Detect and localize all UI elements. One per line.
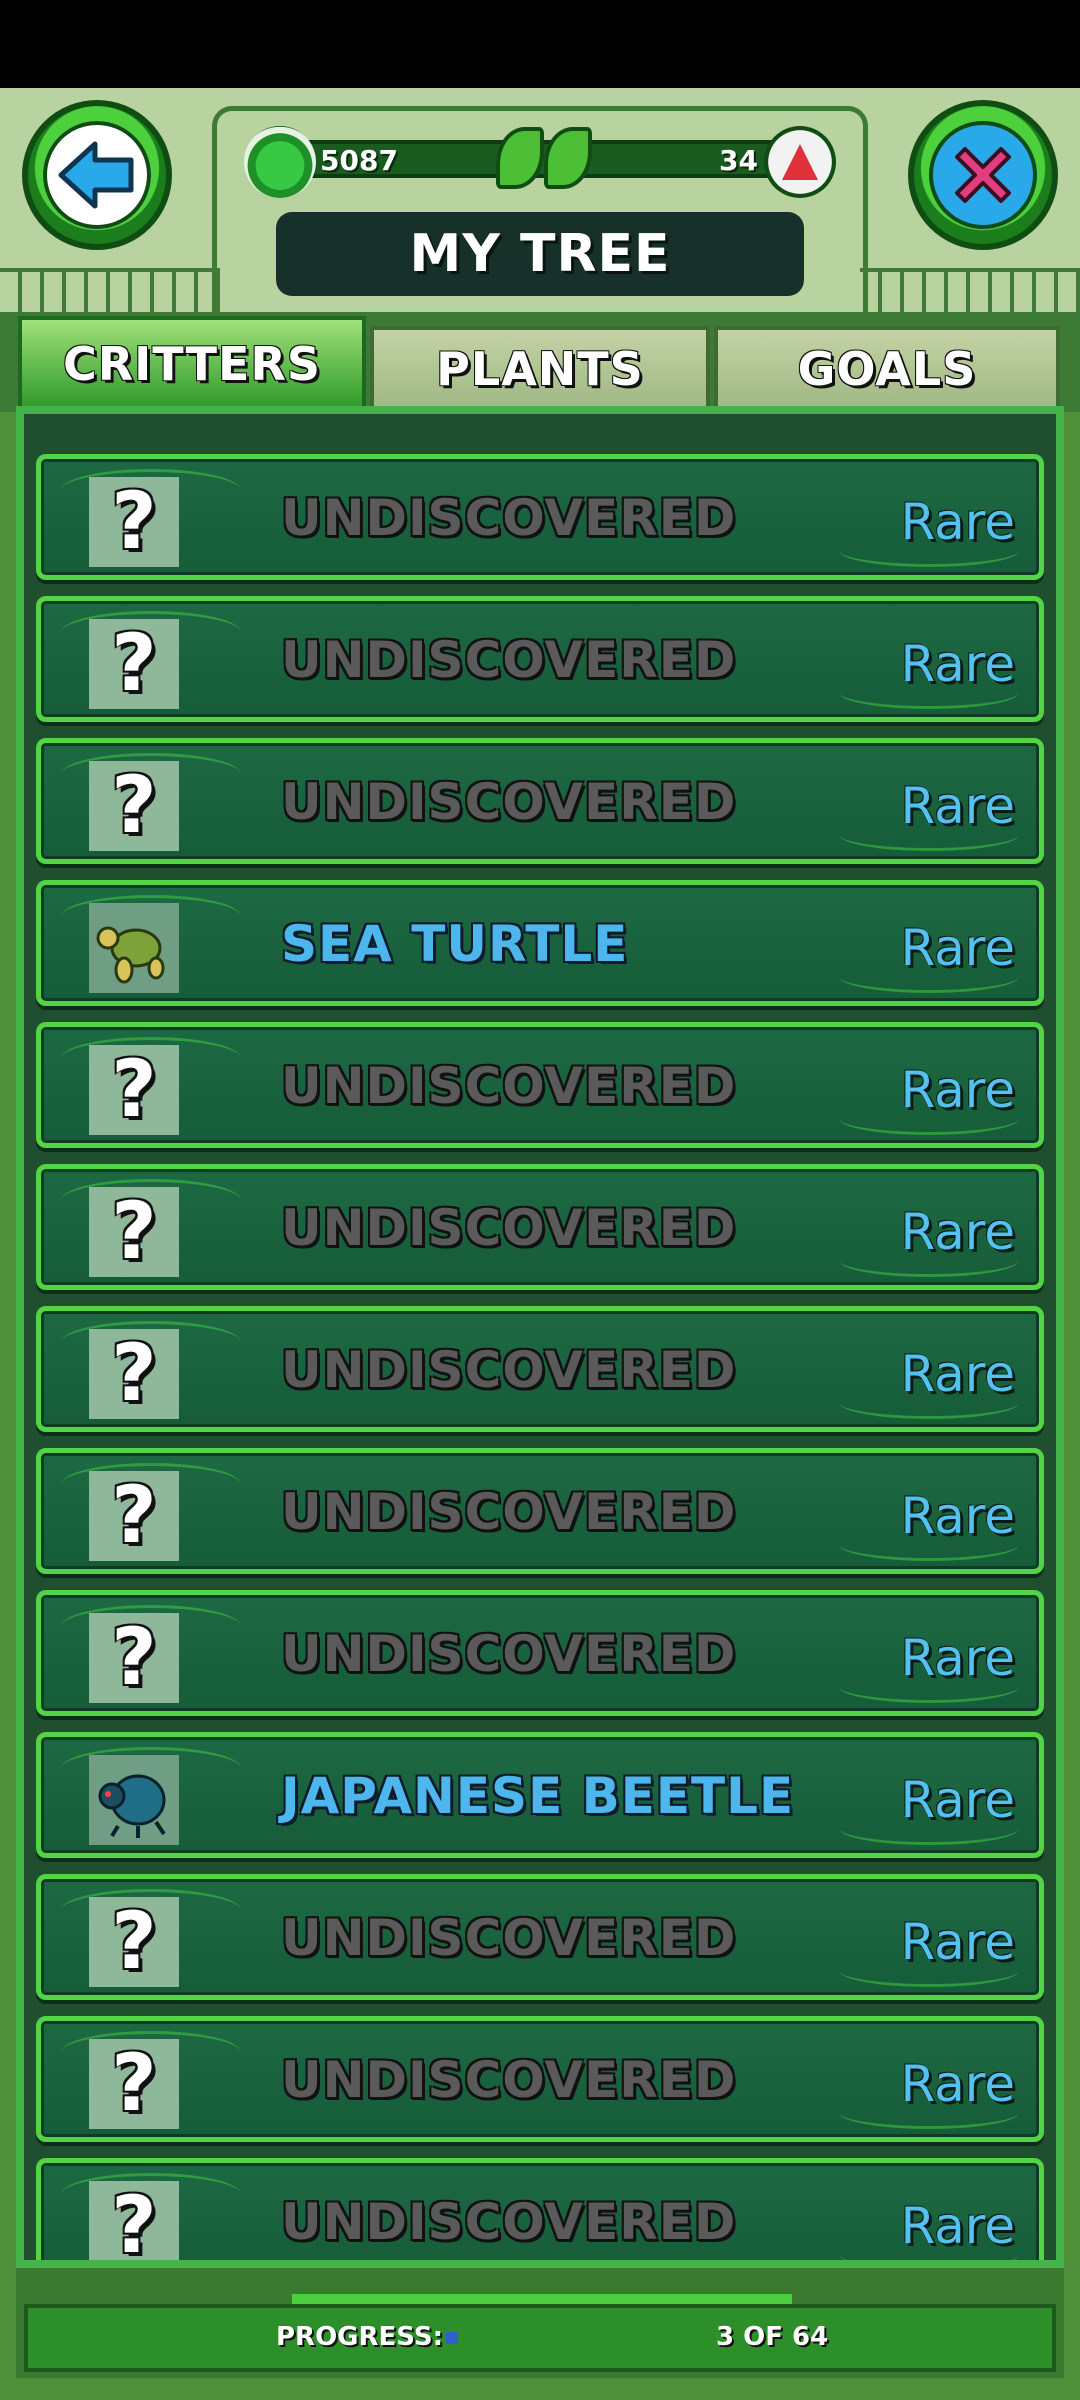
fence-decoration-right (860, 268, 1080, 318)
progress-track (444, 2330, 694, 2346)
question-mark-icon: ? (89, 2039, 179, 2129)
question-mark-icon: ? (89, 1613, 179, 1703)
critter-row[interactable]: ? UNDISCOVERED Rare (36, 454, 1044, 580)
critter-name: UNDISCOVERED (281, 1057, 737, 1115)
critter-rarity: Rare (900, 777, 1015, 835)
critter-name: UNDISCOVERED (281, 631, 737, 689)
page-title: MY TREE (276, 212, 804, 296)
status-bar (0, 0, 1080, 88)
critter-rarity: Rare (900, 1061, 1015, 1119)
critter-row[interactable]: SEA TURTLE Rare (36, 880, 1044, 1006)
critter-row[interactable]: ? UNDISCOVERED Rare (36, 1022, 1044, 1148)
critter-rarity: Rare (900, 493, 1015, 551)
critter-row[interactable]: ? UNDISCOVERED Rare (36, 1590, 1044, 1716)
tab-critters[interactable]: CRITTERS (18, 316, 366, 412)
critter-rarity: Rare (900, 1771, 1015, 1829)
question-mark-icon: ? (89, 477, 179, 567)
critter-rarity: Rare (900, 1487, 1015, 1545)
critter-name: SEA TURTLE (281, 915, 629, 973)
question-mark-icon: ? (89, 619, 179, 709)
left-arrow-icon (43, 121, 151, 229)
critter-rarity: Rare (900, 1913, 1015, 1971)
question-mark-icon: ? (89, 1329, 179, 1419)
green-gem-icon (244, 126, 316, 198)
question-mark-icon: ? (89, 761, 179, 851)
header: 5087 34 MY TREE (0, 88, 1080, 320)
critter-name: UNDISCOVERED (281, 1625, 737, 1683)
close-button[interactable] (908, 100, 1058, 250)
critter-row[interactable]: ? UNDISCOVERED Rare (36, 738, 1044, 864)
critter-name: UNDISCOVERED (281, 1199, 737, 1257)
progress-count: 3 OF 64 (716, 2322, 829, 2352)
critter-row[interactable]: ? UNDISCOVERED Rare (36, 596, 1044, 722)
critter-row[interactable]: ? UNDISCOVERED Rare (36, 1306, 1044, 1432)
coins-value: 5087 (320, 144, 398, 177)
critter-name: UNDISCOVERED (281, 2051, 737, 2109)
critter-row[interactable]: ? UNDISCOVERED Rare (36, 2158, 1044, 2260)
critter-name: UNDISCOVERED (281, 2193, 737, 2251)
critter-name: JAPANESE BEETLE (281, 1767, 795, 1825)
question-mark-icon: ? (89, 2181, 179, 2260)
critter-name: UNDISCOVERED (281, 1483, 737, 1541)
critter-rarity: Rare (900, 1629, 1015, 1687)
footer-rail (292, 2294, 792, 2304)
gems-value: 34 (719, 144, 758, 177)
tab-goals[interactable]: GOALS (714, 326, 1060, 412)
progress-label: PROGRESS: (276, 2322, 443, 2352)
leaf-ornament-icon (496, 120, 592, 196)
tab-bar: CRITTERS PLANTS GOALS (0, 312, 1080, 412)
critter-row[interactable]: ? UNDISCOVERED Rare (36, 1164, 1044, 1290)
critter-rarity: Rare (900, 1203, 1015, 1261)
question-mark-icon: ? (89, 1471, 179, 1561)
sea-turtle-icon (89, 903, 179, 993)
red-crystal-icon (764, 126, 836, 198)
critter-row[interactable]: ? UNDISCOVERED Rare (36, 2016, 1044, 2142)
question-mark-icon: ? (89, 1897, 179, 1987)
question-mark-icon: ? (89, 1187, 179, 1277)
critter-list-panel[interactable]: ? UNDISCOVERED Rare? UNDISCOVERED Rare? UNDIS… (16, 406, 1064, 2268)
critter-rarity: Rare (900, 635, 1015, 693)
critter-name: UNDISCOVERED (281, 1909, 737, 1967)
critter-name: UNDISCOVERED (281, 773, 737, 831)
critter-row[interactable]: ? UNDISCOVERED Rare (36, 1874, 1044, 2000)
japanese-beetle-icon (89, 1755, 179, 1845)
critter-rarity: Rare (900, 2197, 1015, 2255)
currency-bar: 5087 34 (244, 126, 836, 198)
critter-rarity: Rare (900, 2055, 1015, 2113)
critter-row[interactable]: ? UNDISCOVERED Rare (36, 1448, 1044, 1574)
close-x-icon (929, 121, 1037, 229)
critter-row[interactable]: JAPANESE BEETLE Rare (36, 1732, 1044, 1858)
fence-decoration-left (0, 268, 220, 318)
question-mark-icon: ? (89, 1045, 179, 1135)
footer: PROGRESS: 3 OF 64 (16, 2268, 1064, 2378)
critter-name: UNDISCOVERED (281, 489, 737, 547)
critter-rarity: Rare (900, 1345, 1015, 1403)
back-button[interactable] (22, 100, 172, 250)
critter-name: UNDISCOVERED (281, 1341, 737, 1399)
tab-plants[interactable]: PLANTS (370, 326, 710, 412)
progress-fill (446, 2332, 458, 2344)
critter-rarity: Rare (900, 919, 1015, 977)
